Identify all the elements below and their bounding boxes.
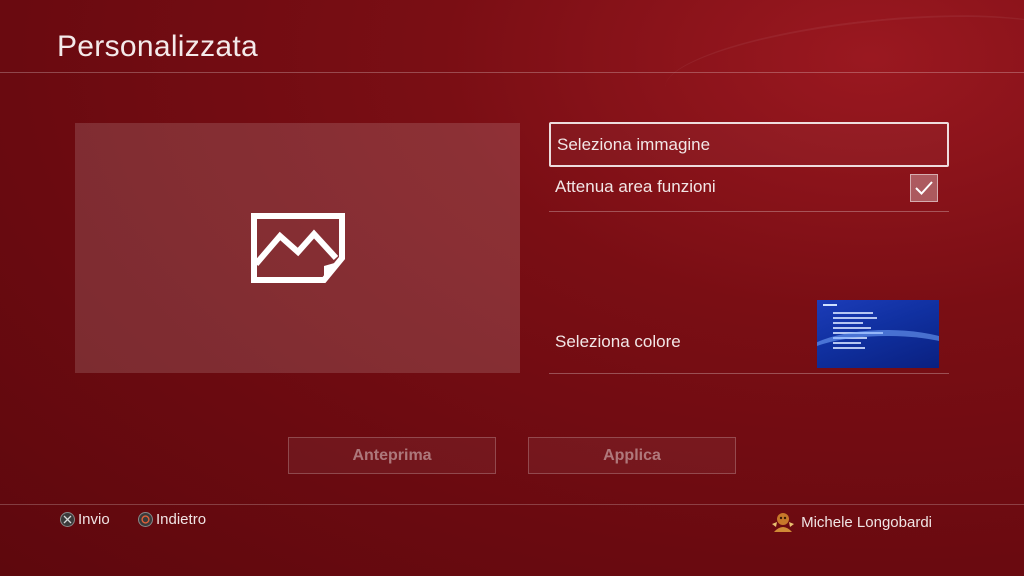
user-profile: Michele Longobardi xyxy=(770,510,932,534)
image-preview-panel xyxy=(75,123,520,373)
dim-function-area-label: Attenua area funzioni xyxy=(555,177,716,196)
background-swoosh xyxy=(660,0,1024,134)
dim-function-area-option[interactable]: Attenua area funzioni xyxy=(549,167,949,212)
image-icon xyxy=(250,213,345,283)
avatar xyxy=(772,513,795,532)
customize-screen: Personalizzata Seleziona immagine Attenu… xyxy=(0,0,1024,576)
username: Michele Longobardi xyxy=(801,513,932,531)
back-hint: Indietro xyxy=(138,511,206,528)
cross-button-icon xyxy=(60,512,75,527)
theme-thumbnail xyxy=(817,300,939,368)
select-color-option[interactable]: Seleziona colore xyxy=(549,300,949,374)
select-image-label: Seleziona immagine xyxy=(557,135,711,154)
enter-hint-label: Invio xyxy=(78,511,110,528)
checkmark-icon xyxy=(915,181,933,195)
options-list: Seleziona immagine Attenua area funzioni… xyxy=(549,122,949,374)
bottom-divider xyxy=(0,504,1024,505)
preview-button[interactable]: Anteprima xyxy=(288,437,496,474)
top-divider xyxy=(0,72,1024,73)
select-image-option[interactable]: Seleziona immagine xyxy=(549,122,949,167)
back-hint-label: Indietro xyxy=(156,511,207,528)
enter-hint: Invio xyxy=(60,511,110,528)
select-color-label: Seleziona colore xyxy=(555,332,681,351)
page-title: Personalizzata xyxy=(57,30,258,63)
circle-button-icon xyxy=(138,512,153,527)
dim-function-area-checkbox[interactable] xyxy=(910,174,938,202)
apply-button[interactable]: Applica xyxy=(528,437,736,474)
